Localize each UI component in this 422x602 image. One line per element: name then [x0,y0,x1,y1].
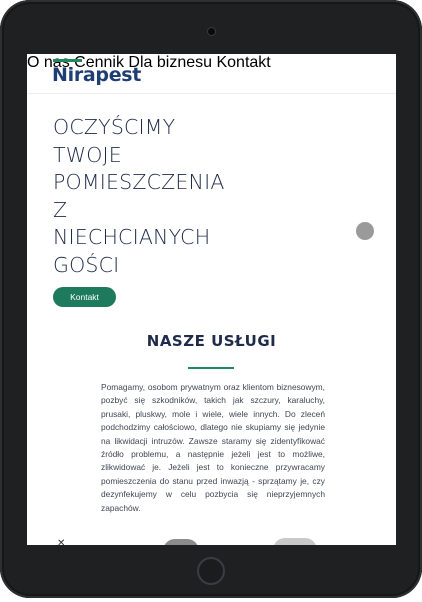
services-description: Pomagamy, osobom prywatnym oraz klientom… [101,382,325,513]
service-thumbnail[interactable] [163,539,199,545]
scroll-indicator-icon[interactable] [356,222,374,240]
nav-link-kontakt[interactable]: Kontakt [216,54,270,71]
hero-heading-line: TWOJE [53,142,122,167]
close-icon[interactable]: ✕ [57,539,65,546]
home-button-icon[interactable] [197,557,225,585]
hero-heading-line: OCZYŚCIMY [53,115,176,139]
services-divider [188,367,234,369]
tablet-frame: Nirapest O nas Cennik Dla biznesu Kontak… [0,0,422,598]
logo-accent-bar [53,59,82,62]
camera-icon [208,28,215,35]
hero-heading-line: Z [53,197,68,222]
site-logo[interactable]: Nirapest [52,64,141,86]
hero-heading-line: GOŚCI [53,252,120,277]
browser-viewport: Nirapest O nas Cennik Dla biznesu Kontak… [27,54,396,545]
site-header: Nirapest O nas Cennik Dla biznesu Kontak… [27,54,396,94]
contact-button[interactable]: Kontakt [53,287,116,307]
hero-heading: OCZYŚCIMY TWOJE POMIESZCZENIA Z NIECHCIA… [53,114,293,279]
hero-heading-line: POMIESZCZENIA [53,170,225,194]
services-heading: NASZE USŁUGI [146,332,277,350]
service-thumbnail[interactable] [273,538,317,545]
hero-heading-line: NIECHCIANYCH [53,225,211,249]
